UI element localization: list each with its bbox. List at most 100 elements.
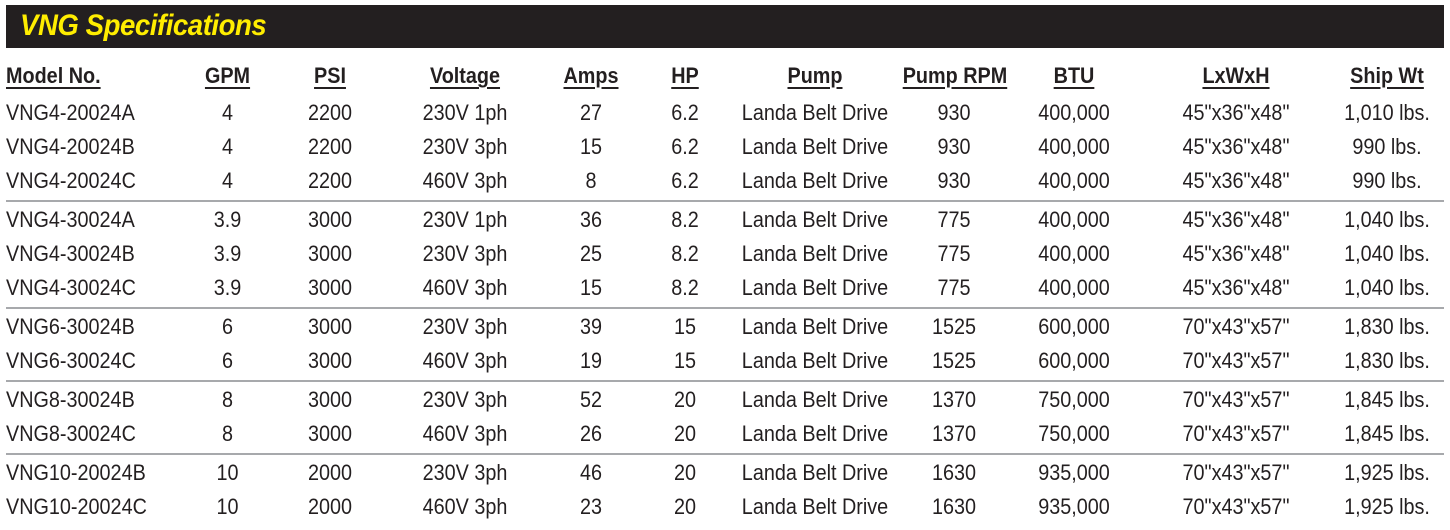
table-cell: 775 — [937, 207, 971, 232]
column-header: HP — [642, 63, 728, 89]
table-cell: 45"x36"x48" — [1182, 134, 1290, 159]
table-cell: 400,000 — [1038, 168, 1110, 193]
table-cell: Landa Belt Drive — [741, 134, 889, 159]
table-cell: 230V 1ph — [422, 207, 508, 232]
table-cell: Landa Belt Drive — [741, 314, 889, 339]
table-cell: VNG4-30024B — [6, 241, 135, 266]
table-cell: 3.9 — [213, 241, 242, 266]
table-cell: 230V 1ph — [422, 100, 508, 125]
table-cell: 15 — [579, 134, 603, 159]
table-cell: 460V 3ph — [422, 168, 508, 193]
table-cell: 3000 — [307, 348, 353, 373]
table-row: VNG6-30024C 6 3000 460V 3ph 19 15 Landa Belt D… — [6, 344, 1444, 378]
table-cell: VNG4-30024C — [6, 275, 136, 300]
table-cell: 20 — [673, 460, 697, 485]
table-cell: 230V 3ph — [422, 314, 508, 339]
table-cell: 600,000 — [1038, 314, 1110, 339]
table-cell: 1,830 lbs. — [1344, 348, 1430, 373]
table-cell: 6.2 — [671, 134, 699, 159]
table-cell: 4 — [221, 100, 234, 125]
table-cell: 46 — [579, 460, 603, 485]
table-row: VNG4-20024B 4 2200 230V 3ph 15 6.2 Landa Belt … — [6, 130, 1444, 164]
table-cell: 15 — [579, 275, 603, 300]
column-header: Amps — [550, 63, 633, 89]
table-cell: 6.2 — [671, 100, 699, 125]
table-cell: 230V 3ph — [422, 387, 508, 412]
table-cell: 935,000 — [1038, 494, 1110, 519]
table-cell: 775 — [937, 241, 971, 266]
table-cell: 45"x36"x48" — [1182, 168, 1290, 193]
table-cell: 930 — [937, 168, 971, 193]
table-cell: 750,000 — [1038, 421, 1110, 446]
column-header: Voltage — [393, 63, 537, 89]
table-cell: 750,000 — [1038, 387, 1110, 412]
table-cell: 1630 — [931, 494, 977, 519]
column-header-label: HP — [671, 63, 699, 88]
table-cell: 230V 3ph — [422, 134, 508, 159]
table-cell: VNG10-20024B — [6, 460, 146, 485]
title-bar: VNG Specifications — [6, 5, 1444, 48]
column-header-label: BTU — [1053, 63, 1095, 88]
table-cell: Landa Belt Drive — [741, 275, 889, 300]
table-cell: 230V 3ph — [422, 460, 508, 485]
table-cell: 8.2 — [671, 275, 699, 300]
table-cell: 23 — [579, 494, 603, 519]
column-header: Pump — [741, 63, 889, 89]
table-cell: 4 — [221, 168, 234, 193]
table-cell: 460V 3ph — [422, 348, 508, 373]
table-cell: 990 lbs. — [1352, 168, 1422, 193]
table-cell: 400,000 — [1038, 241, 1110, 266]
table-cell: 460V 3ph — [422, 421, 508, 446]
column-header-label: Ship Wt — [1350, 63, 1424, 88]
table-cell: 930 — [937, 100, 971, 125]
table-cell: VNG4-20024A — [6, 100, 135, 125]
table-cell: 460V 3ph — [422, 275, 508, 300]
row-group: VNG10-20024B 10 2000 230V 3ph 46 20 Landa Belt… — [6, 455, 1444, 526]
table-cell: 15 — [673, 348, 697, 373]
table-cell: 2000 — [307, 494, 353, 519]
table-cell: 45"x36"x48" — [1182, 241, 1290, 266]
row-group: VNG4-20024A 4 2200 230V 1ph 27 6.2 Landa Belt … — [6, 95, 1444, 202]
table-cell: 6 — [221, 314, 234, 339]
column-header: Pump RPM — [902, 63, 1008, 89]
table-cell: Landa Belt Drive — [741, 460, 889, 485]
column-header-label: LxWxH — [1202, 63, 1270, 88]
table-cell: Landa Belt Drive — [741, 348, 889, 373]
table-cell: 8 — [221, 421, 234, 446]
table-cell: 3000 — [307, 241, 353, 266]
table-cell: Landa Belt Drive — [741, 387, 889, 412]
table-row: VNG10-20024B 10 2000 230V 3ph 46 20 Landa Belt… — [6, 456, 1444, 490]
table-cell: 1,040 lbs. — [1344, 241, 1430, 266]
table-cell: 70"x43"x57" — [1182, 421, 1290, 446]
table-cell: 45"x36"x48" — [1182, 100, 1290, 125]
table-cell: 3000 — [307, 387, 353, 412]
table-cell: 1,925 lbs. — [1344, 494, 1430, 519]
table-cell: 3000 — [307, 207, 353, 232]
column-header-label: Pump RPM — [902, 63, 1008, 88]
table-cell: 1,040 lbs. — [1344, 207, 1430, 232]
column-header-label: PSI — [314, 63, 346, 88]
table-cell: Landa Belt Drive — [741, 494, 889, 519]
table-cell: 70"x43"x57" — [1182, 314, 1290, 339]
table-header: Model No. GPM PSI Voltage Amps HP Pump Pump RPM… — [6, 60, 1444, 92]
table-cell: 1,040 lbs. — [1344, 275, 1430, 300]
table-cell: VNG10-20024C — [6, 494, 147, 519]
table-cell: 45"x36"x48" — [1182, 275, 1290, 300]
table-body: VNG4-20024A 4 2200 230V 1ph 27 6.2 Landa Belt … — [6, 95, 1444, 526]
table-cell: 1370 — [931, 421, 977, 446]
table-cell: 3000 — [307, 421, 353, 446]
table-cell: Landa Belt Drive — [741, 421, 889, 446]
table-cell: 15 — [673, 314, 697, 339]
table-cell: 36 — [579, 207, 603, 232]
table-cell: 27 — [579, 100, 603, 125]
table-cell: 775 — [937, 275, 971, 300]
column-header-label: Amps — [563, 63, 619, 88]
table-cell: 70"x43"x57" — [1182, 460, 1290, 485]
table-cell: 400,000 — [1038, 134, 1110, 159]
table-row: VNG6-30024B 6 3000 230V 3ph 39 15 Landa Belt D… — [6, 310, 1444, 344]
table-row: VNG4-20024C 4 2200 460V 3ph 8 6.2 Landa Belt D… — [6, 164, 1444, 198]
table-cell: 39 — [579, 314, 603, 339]
page-title: VNG Specifications — [20, 9, 267, 42]
table-cell: 930 — [937, 134, 971, 159]
table-row: VNG8-30024B 8 3000 230V 3ph 52 20 Landa Belt D… — [6, 383, 1444, 417]
